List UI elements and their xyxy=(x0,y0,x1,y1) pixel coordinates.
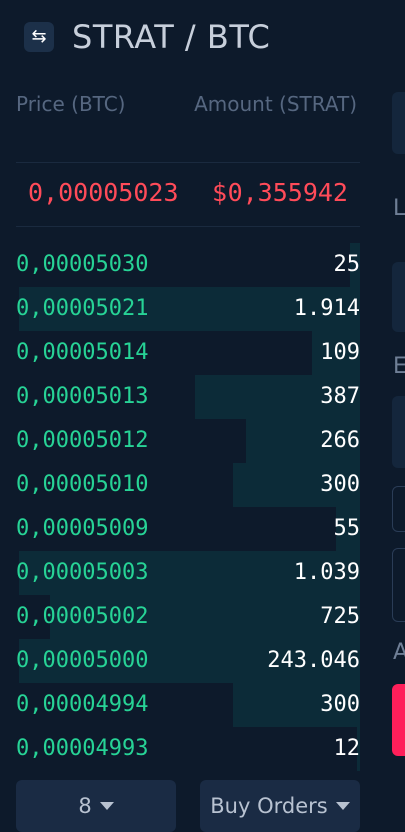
order-book: 0,00005030 25 0,00005021 1.914 0,0000501… xyxy=(16,243,360,771)
order-price: 0,00005021 xyxy=(16,296,149,321)
order-price: 0,00005002 xyxy=(16,604,149,629)
panel-percent-button[interactable] xyxy=(392,486,405,532)
order-view-dropdown[interactable]: Buy Orders xyxy=(200,780,360,832)
header: ⇆ STRAT / BTC xyxy=(0,0,405,78)
last-trade-price: 0,00005023 xyxy=(28,178,179,207)
order-price: 0,00005000 xyxy=(16,648,149,673)
decimals-dropdown[interactable]: 8 xyxy=(16,780,176,832)
chevron-down-icon xyxy=(335,802,350,810)
order-amount: 387 xyxy=(320,384,360,409)
order-amount: 266 xyxy=(320,428,360,453)
order-price: 0,00005012 xyxy=(16,428,149,453)
order-row[interactable]: 0,00005000 243.046 xyxy=(16,639,360,683)
order-price: 0,00005009 xyxy=(16,516,149,541)
order-row[interactable]: 0,00004993 12 xyxy=(16,727,360,771)
order-price: 0,00005003 xyxy=(16,560,149,585)
price-column-header: Price (BTC) xyxy=(16,92,126,116)
order-amount: 725 xyxy=(320,604,360,629)
order-amount: 300 xyxy=(320,692,360,717)
panel-total-field[interactable] xyxy=(392,548,405,622)
order-view-value: Buy Orders xyxy=(210,794,328,818)
divider xyxy=(16,226,360,227)
order-price: 0,00005030 xyxy=(16,252,149,277)
last-trade-usd-value: 0,355942 xyxy=(227,178,348,207)
order-price: 0,00004994 xyxy=(16,692,149,717)
order-price: 0,00005014 xyxy=(16,340,149,365)
order-row[interactable]: 0,00005013 387 xyxy=(16,375,360,419)
swap-button[interactable]: ⇆ xyxy=(24,22,54,52)
panel-label-amount: E xyxy=(393,354,405,379)
order-amount: 1.914 xyxy=(293,296,360,321)
amount-column-header: Amount (STRAT) xyxy=(194,92,357,116)
order-row[interactable]: 0,00005003 1.039 xyxy=(16,551,360,595)
order-row[interactable]: 0,00005002 725 xyxy=(16,595,360,639)
decimals-value: 8 xyxy=(78,794,92,818)
currency-symbol: $ xyxy=(212,178,228,207)
order-price: 0,00004993 xyxy=(16,736,149,761)
order-row[interactable]: 0,00005010 300 xyxy=(16,463,360,507)
pair-title[interactable]: STRAT / BTC xyxy=(72,18,270,56)
panel-input-price[interactable] xyxy=(392,262,405,332)
order-amount: 243.046 xyxy=(267,648,360,673)
order-amount: 1.039 xyxy=(293,560,360,585)
order-row[interactable]: 0,00005021 1.914 xyxy=(16,287,360,331)
chevron-down-icon xyxy=(99,802,114,810)
sell-button[interactable] xyxy=(392,684,405,756)
panel-label-available: A xyxy=(393,640,405,665)
order-amount: 300 xyxy=(320,472,360,497)
last-trade-row: 0,00005023 $ 0,355942 xyxy=(16,178,360,214)
order-amount: 12 xyxy=(333,736,361,761)
order-amount: 55 xyxy=(333,516,361,541)
order-row[interactable]: 0,00005014 109 xyxy=(16,331,360,375)
swap-icon: ⇆ xyxy=(31,26,47,47)
order-row[interactable]: 0,00005030 25 xyxy=(16,243,360,287)
order-row[interactable]: 0,00004994 300 xyxy=(16,683,360,727)
panel-tab[interactable] xyxy=(392,92,405,154)
order-price: 0,00005010 xyxy=(16,472,149,497)
panel-input-amount[interactable] xyxy=(392,396,405,468)
panel-label-limit: L xyxy=(393,196,405,221)
order-row[interactable]: 0,00005009 55 xyxy=(16,507,360,551)
order-amount: 109 xyxy=(320,340,360,365)
order-row[interactable]: 0,00005012 266 xyxy=(16,419,360,463)
divider xyxy=(16,162,360,163)
order-amount: 25 xyxy=(333,252,361,277)
order-price: 0,00005013 xyxy=(16,384,149,409)
